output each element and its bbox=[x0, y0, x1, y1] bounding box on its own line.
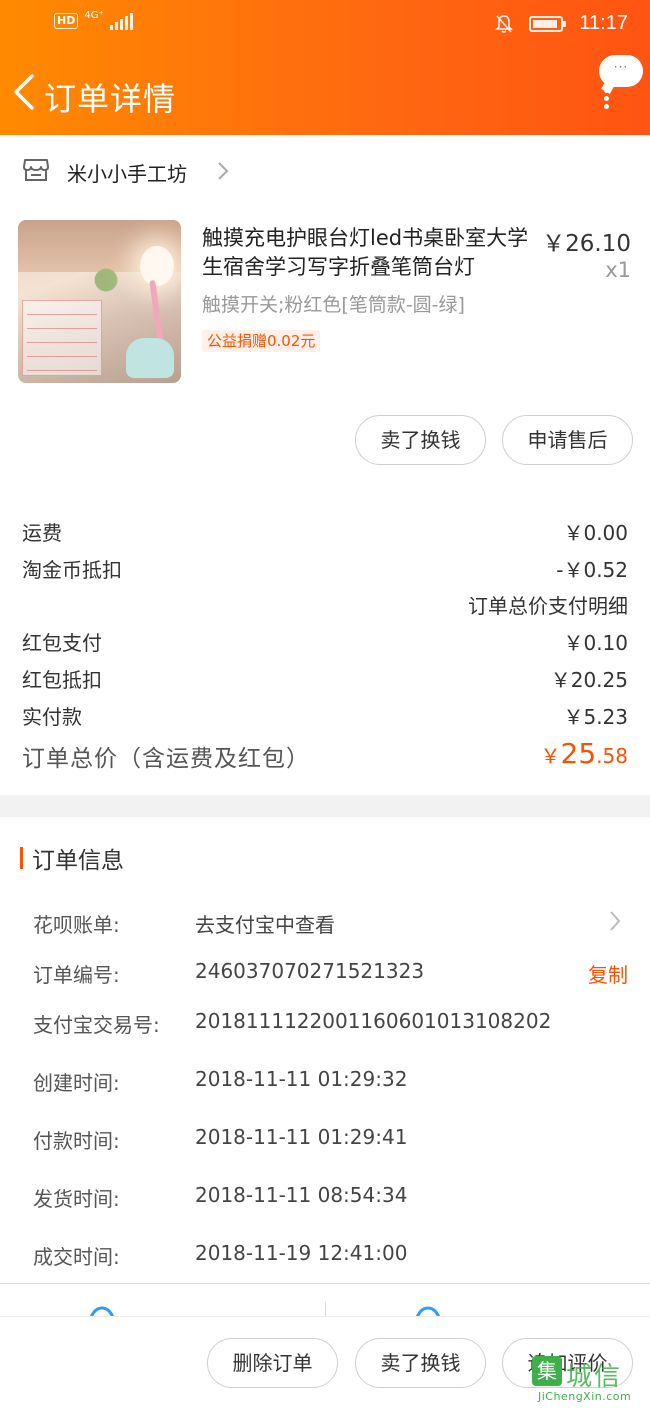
fee-value: ￥5.23 bbox=[563, 705, 628, 729]
fee-label: 红包支付 bbox=[22, 631, 102, 655]
product-sku: 触摸开关;粉红色[笔筒款-圆-绿] bbox=[202, 294, 465, 316]
order-total-value: ￥25.58 bbox=[540, 737, 628, 770]
accent-bar bbox=[20, 847, 23, 869]
info-row-completed-time: 成交时间: 2018-11-19 12:41:00 bbox=[33, 1241, 628, 1271]
nav-bar: 订单详情 ··· bbox=[0, 55, 650, 130]
fee-value: ￥0.10 bbox=[563, 631, 628, 655]
fee-value: ￥20.25 bbox=[550, 668, 628, 692]
sell-item-button[interactable]: 卖了换钱 bbox=[355, 415, 486, 465]
info-row-paid-time: 付款时间: 2018-11-11 01:29:41 bbox=[33, 1125, 628, 1155]
back-icon[interactable] bbox=[10, 70, 40, 114]
info-value: 2018-11-11 01:29:41 bbox=[195, 1125, 408, 1149]
hd-icon: HD bbox=[54, 13, 79, 29]
info-key: 创建时间: bbox=[33, 1071, 120, 1095]
fee-row-redpacket-pay: 红包支付 ￥0.10 bbox=[22, 627, 628, 659]
fee-value: -￥0.52 bbox=[556, 558, 628, 582]
watermark: 集 城信 JiChengXin.com bbox=[532, 1356, 650, 1408]
info-key: 订单编号: bbox=[33, 963, 120, 987]
info-value: 246037070271521323 bbox=[195, 959, 425, 983]
info-key: 花呗账单: bbox=[33, 913, 120, 937]
after-sale-button[interactable]: 申请售后 bbox=[502, 415, 633, 465]
page-title: 订单详情 bbox=[44, 80, 177, 118]
info-value: 2018-11-11 01:29:32 bbox=[195, 1067, 408, 1091]
section-separator bbox=[0, 795, 650, 817]
order-info-title: 订单信息 bbox=[32, 848, 124, 874]
product-price: ￥26.10 bbox=[542, 231, 631, 257]
shop-icon bbox=[23, 159, 49, 181]
fee-label: 淘金币抵扣 bbox=[22, 558, 122, 582]
info-key: 成交时间: bbox=[33, 1245, 120, 1269]
fee-row-redpacket-deduction: 红包抵扣 ￥20.25 bbox=[22, 664, 628, 696]
copy-button[interactable]: 复制 bbox=[588, 959, 628, 988]
fee-row-coin-deduction: 淘金币抵扣 -￥0.52 bbox=[22, 554, 628, 586]
charity-badge: 公益捐赠0.02元 bbox=[202, 330, 321, 352]
product-image[interactable] bbox=[18, 220, 181, 383]
info-value: 2018-11-19 12:41:00 bbox=[195, 1241, 408, 1265]
message-bubble-button[interactable]: ··· bbox=[599, 55, 643, 87]
product-title[interactable]: 触摸充电护眼台灯led书桌卧室大学生宿舍学习写字折叠笔筒台灯 bbox=[202, 224, 532, 282]
info-row-order-number: 订单编号: 246037070271521323 复制 bbox=[33, 959, 628, 989]
sell-item-button[interactable]: 卖了换钱 bbox=[355, 1338, 486, 1388]
network-type: 4G⁺ bbox=[84, 10, 104, 21]
chevron-right-icon bbox=[218, 162, 229, 180]
info-value: 2018-11-11 08:54:34 bbox=[195, 1183, 408, 1207]
status-time: 11:17 bbox=[579, 12, 628, 34]
payment-detail-link[interactable]: 订单总价支付明细 bbox=[468, 590, 628, 619]
info-row-alipay-trade: 支付宝交易号: 2018111122001160601013108202 bbox=[33, 1009, 628, 1039]
fee-label: 运费 bbox=[22, 521, 62, 545]
header: HD 4G⁺ 11:17 订单详情 ··· bbox=[0, 0, 650, 135]
watermark-url: JiChengXin.com bbox=[538, 1390, 632, 1403]
delete-order-button[interactable]: 删除订单 bbox=[207, 1338, 338, 1388]
info-value: 去支付宝中查看 bbox=[195, 913, 335, 937]
info-row-huabei[interactable]: 花呗账单: 去支付宝中查看 bbox=[33, 909, 628, 939]
battery-icon bbox=[529, 15, 567, 32]
watermark-logo: 集 bbox=[532, 1356, 562, 1386]
fee-value: ￥0.00 bbox=[563, 521, 628, 545]
info-row-shipped-time: 发货时间: 2018-11-11 08:54:34 bbox=[33, 1183, 628, 1213]
fee-row-shipping: 运费 ￥0.00 bbox=[22, 517, 628, 549]
order-total-row: 订单总价（含运费及红包） ￥25.58 bbox=[22, 737, 628, 777]
fee-label: 实付款 bbox=[22, 705, 82, 729]
chevron-right-icon bbox=[610, 911, 621, 931]
bubble-dots: ··· bbox=[613, 60, 629, 74]
fee-label: 红包抵扣 bbox=[22, 668, 102, 692]
signal-icon bbox=[109, 12, 133, 30]
fee-row-actual-paid: 实付款 ￥5.23 bbox=[22, 701, 628, 733]
status-bar: HD 4G⁺ 11:17 bbox=[0, 0, 650, 48]
info-value: 2018111122001160601013108202 bbox=[195, 1009, 552, 1033]
shop-row[interactable]: 米小小手工坊 bbox=[0, 148, 650, 196]
more-menu-icon[interactable] bbox=[600, 86, 614, 110]
order-total-label: 订单总价（含运费及红包） bbox=[22, 746, 310, 772]
divider bbox=[0, 1283, 650, 1284]
info-key: 发货时间: bbox=[33, 1187, 120, 1211]
info-key: 付款时间: bbox=[33, 1129, 120, 1153]
watermark-text: 城信 bbox=[566, 1362, 623, 1392]
info-key: 支付宝交易号: bbox=[33, 1013, 160, 1037]
info-row-created-time: 创建时间: 2018-11-11 01:29:32 bbox=[33, 1067, 628, 1097]
shop-name: 米小小手工坊 bbox=[67, 162, 187, 186]
order-info-heading: 订单信息 bbox=[20, 843, 124, 874]
product-quantity: x1 bbox=[605, 258, 631, 282]
mute-bell-icon bbox=[495, 14, 514, 33]
